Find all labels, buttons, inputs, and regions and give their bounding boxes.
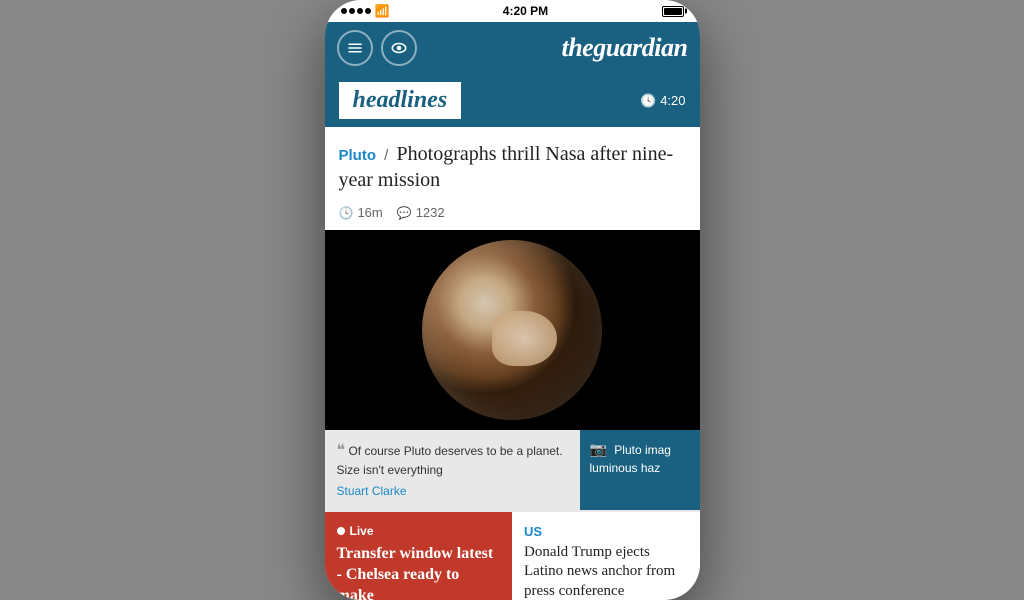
caption-author: Stuart Clarke — [337, 483, 568, 500]
battery-icon — [662, 6, 684, 17]
article-category: Pluto — [339, 147, 377, 164]
section-time: 🕓 4:20 — [640, 93, 686, 109]
news-card-live[interactable]: Live Transfer window latest - Chelsea re… — [325, 512, 513, 600]
pluto-heart-region — [492, 311, 557, 366]
status-left: 📶 — [341, 4, 390, 18]
section-title: headlines — [353, 87, 448, 113]
status-bar: 📶 4:20 PM — [325, 0, 700, 22]
pluto-planet-visual — [422, 240, 602, 420]
app-header: theguardian — [325, 22, 700, 74]
wifi-icon: 📶 — [375, 4, 390, 18]
live-card-title: Transfer window latest - Chelsea ready t… — [337, 544, 501, 600]
hamburger-icon — [346, 39, 364, 57]
category-separator: / — [384, 147, 388, 164]
caption-right: 📷 Pluto imag luminous haz — [580, 430, 700, 510]
menu-button[interactable] — [337, 30, 373, 66]
camera-icon: 📷 — [590, 441, 607, 457]
us-card-title: Donald Trump ejects Latino news anchor f… — [524, 543, 688, 600]
guardian-logo: theguardian — [425, 33, 688, 63]
live-dot — [337, 527, 345, 535]
article-title: Photographs thrill Nasa after nine-year … — [339, 143, 674, 191]
caption-left: ❝ Of course Pluto deserves to be a plane… — [325, 430, 580, 510]
live-badge: Live — [337, 524, 501, 538]
us-card-category: US — [524, 524, 688, 539]
main-article-card[interactable]: Pluto / Photographs thrill Nasa after ni… — [325, 127, 700, 510]
content-area: headlines 🕓 4:20 Pluto / Photographs thr… — [325, 74, 700, 600]
bottom-news-row: Live Transfer window latest - Chelsea re… — [325, 512, 700, 600]
phone-frame: 📶 4:20 PM theguardian — [325, 0, 700, 600]
signal-dots — [341, 8, 371, 14]
article-meta: 🕓 16m 💬 1232 — [325, 205, 700, 230]
time-display: 4:20 — [660, 93, 685, 108]
article-image — [325, 230, 700, 430]
news-card-us[interactable]: US Donald Trump ejects Latino news ancho… — [512, 512, 700, 600]
comments-count: 💬 1232 — [397, 205, 445, 220]
view-button[interactable] — [381, 30, 417, 66]
captions-row: ❝ Of course Pluto deserves to be a plane… — [325, 430, 700, 510]
eye-icon — [390, 39, 408, 57]
article-header: Pluto / Photographs thrill Nasa after ni… — [325, 127, 700, 205]
status-right — [662, 6, 684, 17]
live-text: Live — [350, 524, 374, 538]
caption-left-text: Of course Pluto deserves to be a planet.… — [337, 444, 563, 477]
us-label: US — [524, 524, 542, 539]
time-ago: 🕓 16m — [339, 205, 383, 220]
status-time: 4:20 PM — [503, 4, 548, 18]
section-title-bg: headlines — [339, 82, 462, 119]
quote-marks: ❝ — [337, 442, 346, 459]
